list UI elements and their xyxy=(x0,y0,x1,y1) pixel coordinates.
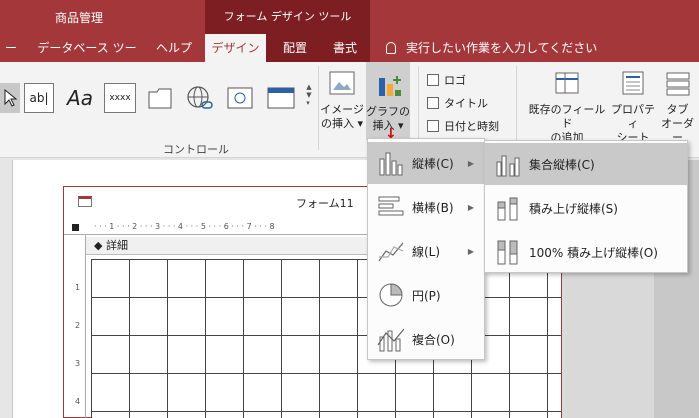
vertical-ruler: 1 2 3 4 xyxy=(64,235,86,418)
tab-design[interactable]: デザイン xyxy=(205,34,266,62)
insert-image-label-2: の挿入 ▾ xyxy=(320,117,364,130)
navigation-control-button[interactable] xyxy=(264,83,298,113)
section-marker-icon: ◆ xyxy=(94,239,103,252)
title-bar: 商品管理 フォーム デザイン ツール xyxy=(0,0,699,34)
tab-database-tools[interactable]: データベース ツール xyxy=(34,34,140,83)
tab-arrange[interactable]: 配置 xyxy=(275,34,315,62)
select-pointer-button[interactable] xyxy=(0,83,20,113)
datetime-button[interactable]: 日付と時刻 xyxy=(427,118,499,134)
hyperlink-globe-icon xyxy=(187,86,213,109)
menu-item-bar[interactable]: 横棒(B) ▶ xyxy=(368,186,484,228)
menu-item-combo[interactable]: 複合(O) xyxy=(368,318,484,360)
tab-data[interactable]: ータ xyxy=(0,34,22,83)
hyperlink-control-button[interactable] xyxy=(184,83,216,113)
add-existing-fields-button[interactable]: 既存のフィールド の追加 xyxy=(524,70,610,145)
tab-control-icon xyxy=(148,88,172,109)
submenu-item-stacked[interactable]: 積み上げ縦棒(S) xyxy=(485,187,687,229)
title-button[interactable]: タイトル xyxy=(427,95,488,111)
combo-chart-icon xyxy=(377,328,405,352)
tab-order-button[interactable]: タブ オーダー xyxy=(656,70,699,145)
logo-button[interactable]: ロゴ xyxy=(427,72,466,88)
column-chart-submenu: 集合縦棒(C) 積み上げ縦棒(S) 100% 積み上げ縦棒(O) xyxy=(484,140,688,273)
clustered-column-icon xyxy=(496,155,520,177)
textbox-control-button[interactable]: ab| xyxy=(24,83,54,113)
tab-control-button[interactable] xyxy=(145,83,175,113)
column-chart-icon xyxy=(379,152,403,176)
insert-image-button[interactable]: イメージ の挿入 ▾ xyxy=(320,70,364,131)
app-title: 商品管理 xyxy=(55,11,104,25)
menu-item-label: 横棒(B) xyxy=(412,200,454,215)
design-grid[interactable] xyxy=(91,259,561,418)
form-icon xyxy=(78,196,92,207)
menu-item-line[interactable]: 線(L) ▶ xyxy=(368,230,484,272)
submenu-item-clustered[interactable]: 集合縦棒(C) xyxy=(485,143,687,185)
calendar-icon xyxy=(427,120,439,132)
menu-item-pie[interactable]: 円(P) xyxy=(368,274,484,316)
tab-order-label-1: タブ xyxy=(666,103,689,116)
web-browser-icon xyxy=(227,87,253,109)
property-sheet-icon xyxy=(622,71,644,95)
lightbulb-icon xyxy=(386,42,396,54)
pie-chart-icon xyxy=(379,283,403,307)
property-sheet-label-1: プロパティ xyxy=(611,103,655,130)
logo-icon xyxy=(427,74,439,86)
image-icon xyxy=(329,71,355,95)
title-label: タイトル xyxy=(444,97,488,110)
menu-item-column[interactable]: 縦棒(C) ▶ xyxy=(368,142,484,184)
menu-item-label: 円(P) xyxy=(412,288,441,303)
form-title: フォーム11 xyxy=(296,197,354,210)
context-tools-label: フォーム デザイン ツール xyxy=(205,0,370,34)
submenu-item-100-stacked[interactable]: 100% 積み上げ縦棒(O) xyxy=(485,231,687,273)
bar-chart-icon xyxy=(378,196,404,216)
submenu-item-label: 集合縦棒(C) xyxy=(529,157,595,172)
menu-item-label: 縦棒(C) xyxy=(412,156,454,171)
ruler-v-mark: 3 xyxy=(75,359,81,368)
ribbon-separator xyxy=(516,66,517,150)
pointer-icon xyxy=(4,89,17,107)
title-icon xyxy=(427,97,439,109)
line-chart-icon xyxy=(378,242,404,262)
button-control-button[interactable]: xxxx xyxy=(104,83,136,113)
ruler-v-mark: 2 xyxy=(75,321,81,330)
tab-format[interactable]: 書式 xyxy=(325,34,365,62)
ribbon-tab-bar: ータ データベース ツール ヘルプ デザイン 配置 書式 実行したい作業を入力し… xyxy=(0,34,699,83)
web-browser-control-button[interactable] xyxy=(224,83,256,113)
100-stacked-column-icon xyxy=(497,240,518,265)
ruler-v-mark: 4 xyxy=(75,397,81,406)
ruler-v-mark: 1 xyxy=(75,283,81,292)
menu-item-label: 複合(O) xyxy=(412,332,455,347)
ruler-marks: · · · 1 · · · 2 · · · 3 · · · 4 · · · 5 … xyxy=(94,222,275,231)
insert-image-label-1: イメージ xyxy=(320,103,364,116)
logo-label: ロゴ xyxy=(444,74,466,87)
chart-type-menu: 縦棒(C) ▶ 横棒(B) ▶ 線(L) ▶ 円(P) 複合(O) xyxy=(367,138,485,360)
insert-chart-label-1: グラフの xyxy=(366,105,410,118)
property-sheet-button[interactable]: プロパティ シート xyxy=(608,70,658,145)
submenu-arrow-icon: ▶ xyxy=(467,158,474,168)
controls-gallery-scroll[interactable]: ▲ ▼ ▾ xyxy=(302,66,316,124)
add-fields-label-1: 既存のフィールド xyxy=(528,103,606,130)
submenu-arrow-icon: ▶ xyxy=(467,202,474,212)
controls-group-label: コントロール xyxy=(163,143,229,156)
tab-order-icon xyxy=(666,72,689,96)
submenu-item-label: 積み上げ縦棒(S) xyxy=(529,201,618,216)
tab-help[interactable]: ヘルプ xyxy=(150,34,198,62)
menu-item-label: 線(L) xyxy=(412,244,441,259)
section-label: 詳細 xyxy=(105,239,128,252)
submenu-arrow-icon: ▶ xyxy=(467,246,474,256)
label-control-button[interactable]: Aa xyxy=(64,83,96,113)
submenu-item-label: 100% 積み上げ縦棒(O) xyxy=(529,245,658,260)
existing-fields-icon xyxy=(555,72,579,94)
stacked-column-icon xyxy=(497,197,518,221)
tell-me-box[interactable]: 実行したい作業を入力してください xyxy=(386,34,597,62)
ribbon-separator xyxy=(318,66,319,150)
chart-insert-icon xyxy=(379,76,401,96)
tell-me-text: 実行したい作業を入力してください xyxy=(406,41,598,55)
ruler-corner-box[interactable] xyxy=(72,224,79,231)
navigation-control-icon xyxy=(267,87,295,109)
datetime-label: 日付と時刻 xyxy=(444,120,499,133)
